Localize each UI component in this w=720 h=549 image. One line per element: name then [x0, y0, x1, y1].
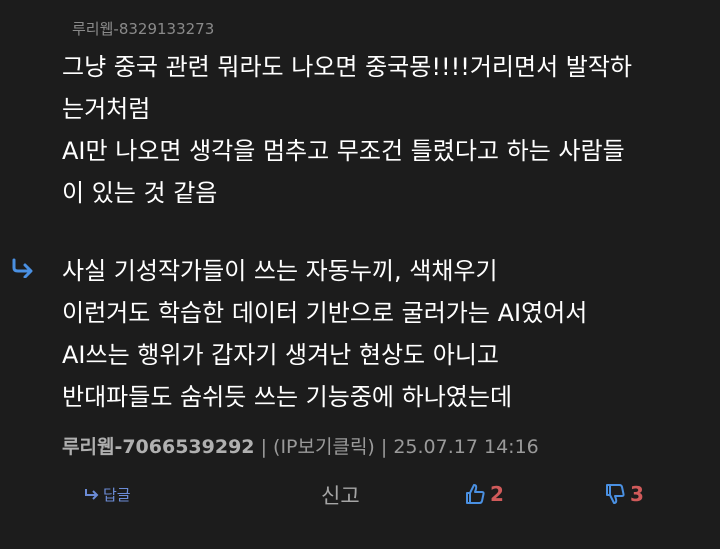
- comment-line: 그냥 중국 관련 뭐라도 나오면 중국몽!!!!거리면서 발작하: [62, 53, 633, 81]
- comment-parent-author[interactable]: 루리웹-8329133273: [72, 18, 214, 39]
- reply-small-arrow-icon: [84, 488, 100, 502]
- comment-line: 사실 기성작가들이 쓰는 자동누끼, 색채우기: [62, 257, 498, 285]
- parent-comment-body: 그냥 중국 관련 뭐라도 나오면 중국몽!!!!거리면서 발작하 는거처럼 AI…: [62, 46, 696, 214]
- dislike-button[interactable]: 3: [604, 482, 644, 506]
- comment-line: 는거처럼: [62, 95, 151, 123]
- comment-line: 이런거도 학습한 데이터 기반으로 굴러가는 AI였어서: [62, 299, 588, 327]
- comment-line: AI쓰는 행위가 갑자기 생겨난 현상도 아니고: [62, 341, 499, 369]
- reply-timestamp: 25.07.17 14:16: [393, 436, 539, 458]
- reply-meta: 루리웹-7066539292 | (IP보기클릭) | 25.07.17 14:…: [62, 432, 539, 459]
- reply-author[interactable]: 루리웹-7066539292: [62, 436, 255, 458]
- ip-view-link[interactable]: (IP보기클릭): [273, 436, 375, 458]
- comment-line: 이 있는 것 같음: [62, 179, 218, 207]
- comment-actions: 답글 신고 2 3: [0, 478, 720, 514]
- thumbs-down-icon: [604, 483, 626, 505]
- like-count: 2: [490, 482, 504, 506]
- reply-button[interactable]: 답글: [84, 484, 131, 505]
- dislike-count: 3: [630, 482, 644, 506]
- comment-line: AI만 나오면 생각을 멈추고 무조건 틀렸다고 하는 사람들: [62, 137, 625, 165]
- meta-separator: |: [380, 436, 388, 458]
- thumbs-up-icon: [464, 483, 486, 505]
- like-button[interactable]: 2: [464, 482, 504, 506]
- reply-arrow-icon: [10, 258, 36, 278]
- reply-button-label: 답글: [103, 486, 131, 504]
- meta-separator: |: [260, 436, 267, 458]
- comment-line: 반대파들도 숨쉬듯 쓰는 기능중에 하나였는데: [62, 383, 513, 411]
- report-button[interactable]: 신고: [321, 480, 360, 510]
- reply-comment-body: 사실 기성작가들이 쓰는 자동누끼, 색채우기 이런거도 학습한 데이터 기반으…: [62, 250, 696, 418]
